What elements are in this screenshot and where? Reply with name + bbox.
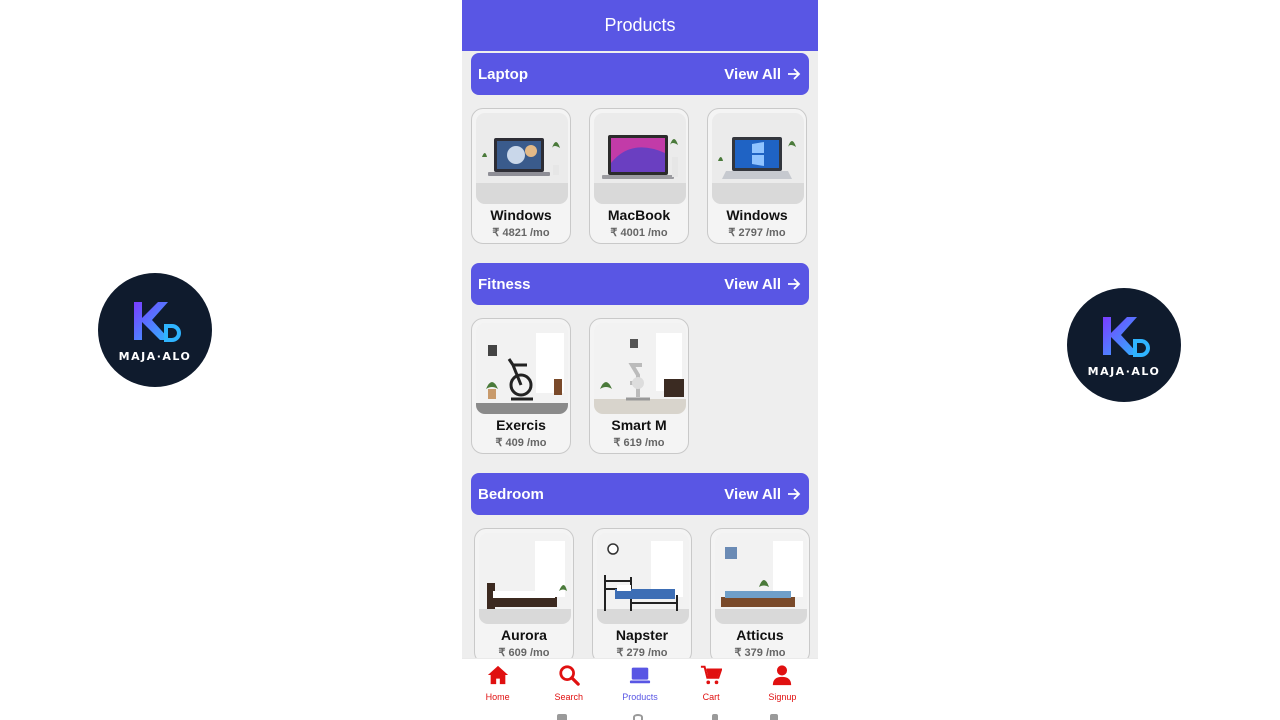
user-icon <box>773 665 792 686</box>
nav-label: Signup <box>768 692 797 702</box>
screen: MAJA·ALO MAJA·ALO Products Laptop View A… <box>0 0 1280 720</box>
product-image <box>594 323 686 414</box>
arrow-right-icon <box>788 278 801 290</box>
channel-logo: MAJA·ALO <box>1067 288 1181 402</box>
section-bedroom: Bedroom View All Aurora ₹ 609 /mo Napste… <box>471 473 810 658</box>
arrow-right-icon <box>788 68 801 80</box>
product-image <box>712 113 804 204</box>
product-image <box>476 323 568 414</box>
product-card[interactable]: Atticus ₹ 379 /mo <box>710 528 810 658</box>
product-name: Windows <box>490 207 552 223</box>
product-card[interactable]: Exercis ₹ 409 /mo <box>471 318 571 454</box>
accessibility-icon[interactable] <box>770 714 778 720</box>
product-name: Napster <box>615 627 669 643</box>
home-icon <box>487 665 508 685</box>
nav-label: Home <box>485 692 510 702</box>
section-title: Fitness <box>478 275 531 293</box>
product-price: ₹ 379 /mo <box>734 647 786 658</box>
product-card[interactable]: Smart M ₹ 619 /mo <box>589 318 689 454</box>
back-icon[interactable] <box>712 714 718 720</box>
section-title: Bedroom <box>478 485 544 503</box>
product-price: ₹ 4821 /mo <box>492 227 550 239</box>
nav-cart[interactable]: Cart <box>676 659 747 704</box>
nav-label: Cart <box>702 692 720 702</box>
product-card[interactable]: Aurora ₹ 609 /mo <box>474 528 574 658</box>
product-image <box>715 533 807 624</box>
nav-search[interactable]: Search <box>533 659 604 704</box>
product-price: ₹ 2797 /mo <box>728 227 786 239</box>
product-card[interactable]: Windows ₹ 2797 /mo <box>707 108 807 244</box>
section-laptop: Laptop View All Windows ₹ 4821 /mo MacBo… <box>471 53 809 244</box>
section-fitness: Fitness View All Exercis ₹ 409 /mo Smart… <box>471 263 809 454</box>
app-bar: Products <box>462 0 818 51</box>
bottom-navigation: Home Search Products Cart Signup <box>462 658 818 704</box>
laptop-icon <box>629 667 651 684</box>
section-header: Fitness View All <box>471 263 809 305</box>
section-header: Bedroom View All <box>471 473 809 515</box>
product-name: Windows <box>726 207 788 223</box>
product-card[interactable]: Napster ₹ 279 /mo <box>592 528 692 658</box>
search-icon <box>559 665 580 686</box>
logo-mark-icon <box>134 301 181 342</box>
channel-logo: MAJA·ALO <box>98 273 212 387</box>
product-image <box>594 113 686 204</box>
logo-text: MAJA·ALO <box>1087 364 1161 378</box>
view-all-button[interactable]: View All <box>724 486 801 503</box>
nav-signup[interactable]: Signup <box>747 659 818 704</box>
product-card[interactable]: Windows ₹ 4821 /mo <box>471 108 571 244</box>
home-button-icon[interactable] <box>633 714 643 720</box>
product-price: ₹ 279 /mo <box>616 647 668 658</box>
nav-products[interactable]: Products <box>604 659 675 704</box>
product-name: MacBook <box>607 207 671 223</box>
view-all-button[interactable]: View All <box>724 66 801 83</box>
phone-screen: Products Laptop View All Windows ₹ 4821 … <box>462 0 818 720</box>
product-name: Exercis <box>496 417 546 433</box>
product-image <box>597 533 689 624</box>
nav-label: Products <box>622 692 658 702</box>
system-navigation-bar <box>462 704 818 720</box>
product-card[interactable]: MacBook ₹ 4001 /mo <box>589 108 689 244</box>
product-price: ₹ 409 /mo <box>495 437 547 449</box>
view-all-button[interactable]: View All <box>724 276 801 293</box>
logo-text: MAJA·ALO <box>118 349 192 363</box>
page-title: Products <box>604 15 676 35</box>
product-name: Smart M <box>611 417 667 433</box>
recents-icon[interactable] <box>557 714 567 720</box>
view-all-label: View All <box>724 485 781 503</box>
view-all-label: View All <box>724 65 781 83</box>
product-name: Aurora <box>501 627 547 643</box>
product-image <box>476 113 568 204</box>
section-header: Laptop View All <box>471 53 809 95</box>
nav-label: Search <box>554 692 584 702</box>
product-price: ₹ 609 /mo <box>498 647 550 658</box>
section-title: Laptop <box>478 65 528 83</box>
logo-mark-icon <box>1103 316 1150 357</box>
product-price: ₹ 4001 /mo <box>610 227 668 239</box>
cart-icon <box>701 665 723 685</box>
view-all-label: View All <box>724 275 781 293</box>
product-price: ₹ 619 /mo <box>613 437 665 449</box>
product-image <box>479 533 571 624</box>
product-list[interactable]: Laptop View All Windows ₹ 4821 /mo MacBo… <box>462 51 818 658</box>
product-name: Atticus <box>736 627 784 643</box>
arrow-right-icon <box>788 488 801 500</box>
nav-home[interactable]: Home <box>462 659 533 704</box>
